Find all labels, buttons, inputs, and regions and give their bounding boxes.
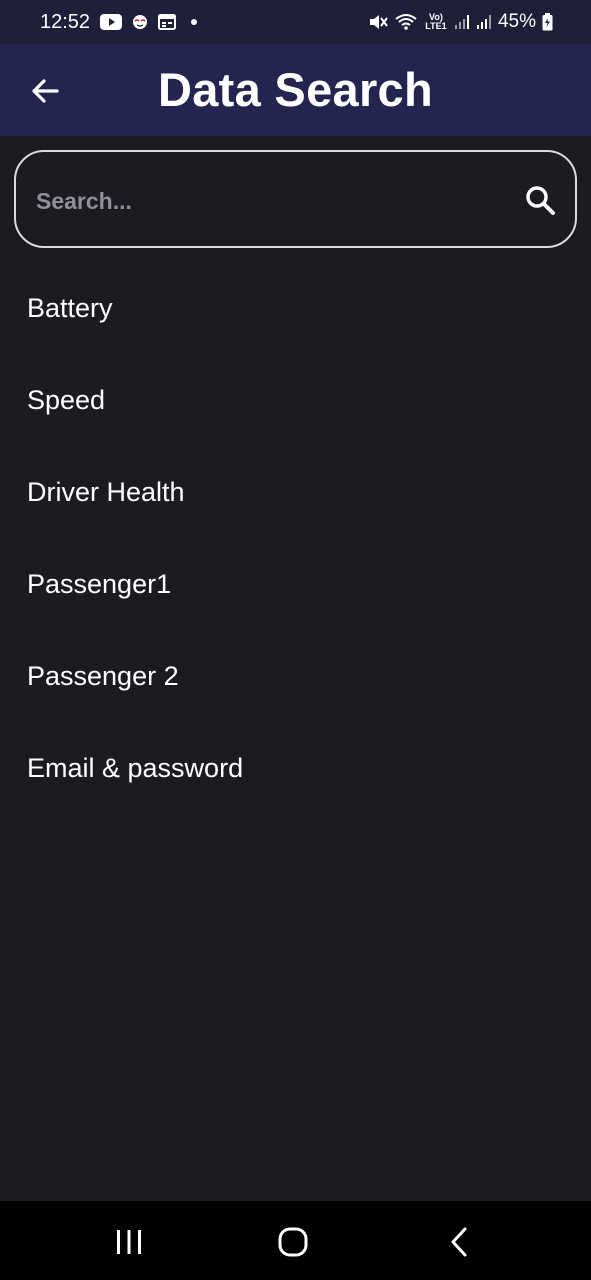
status-right: Vo) LTE1 45% bbox=[368, 11, 553, 33]
mute-icon bbox=[368, 13, 388, 31]
status-left: 12:52 bbox=[40, 11, 202, 34]
search-input[interactable] bbox=[34, 174, 498, 228]
signal-icon bbox=[454, 14, 470, 30]
calendar-icon bbox=[158, 14, 177, 30]
system-nav-bar bbox=[0, 1201, 591, 1280]
search-icon bbox=[524, 184, 556, 216]
wifi-icon bbox=[394, 13, 418, 31]
home-button[interactable] bbox=[268, 1217, 318, 1267]
battery-percent: 45% bbox=[497, 11, 536, 32]
back-icon bbox=[447, 1226, 471, 1258]
volte-icon: Vo) LTE1 bbox=[425, 12, 447, 31]
nav-back-button[interactable] bbox=[434, 1217, 484, 1267]
list-item-email-password[interactable]: Email & password bbox=[0, 722, 591, 814]
mascot-notification-icon bbox=[132, 14, 148, 30]
search-box[interactable] bbox=[14, 150, 577, 248]
data-list: Battery Speed Driver Health Passenger1 P… bbox=[0, 262, 591, 814]
list-item-label: Driver Health bbox=[27, 476, 185, 507]
recent-apps-icon bbox=[114, 1228, 144, 1256]
home-icon bbox=[277, 1226, 309, 1258]
dot-icon bbox=[186, 14, 202, 30]
page-title: Data Search bbox=[158, 63, 433, 116]
list-item-label: Passenger 2 bbox=[27, 660, 179, 691]
search-button[interactable] bbox=[520, 180, 560, 220]
status-time: 12:52 bbox=[40, 10, 91, 33]
list-item-label: Passenger1 bbox=[27, 568, 172, 599]
list-item-label: Speed bbox=[27, 384, 106, 415]
list-item-speed[interactable]: Speed bbox=[0, 354, 591, 446]
status-bar: 12:52 Vo) LTE1 45% bbox=[0, 0, 591, 44]
list-item-passenger-2[interactable]: Passenger 2 bbox=[0, 630, 591, 722]
signal-icon bbox=[476, 14, 492, 30]
battery-icon bbox=[542, 13, 553, 31]
list-item-battery[interactable]: Battery bbox=[0, 262, 591, 354]
list-item-label: Battery bbox=[27, 292, 113, 323]
list-item-driver-health[interactable]: Driver Health bbox=[0, 446, 591, 538]
app-bar: Data Search bbox=[0, 44, 591, 136]
youtube-icon bbox=[100, 14, 123, 30]
recent-apps-button[interactable] bbox=[104, 1217, 154, 1267]
list-item-label: Email & password bbox=[27, 752, 244, 783]
list-item-passenger1[interactable]: Passenger1 bbox=[0, 538, 591, 630]
